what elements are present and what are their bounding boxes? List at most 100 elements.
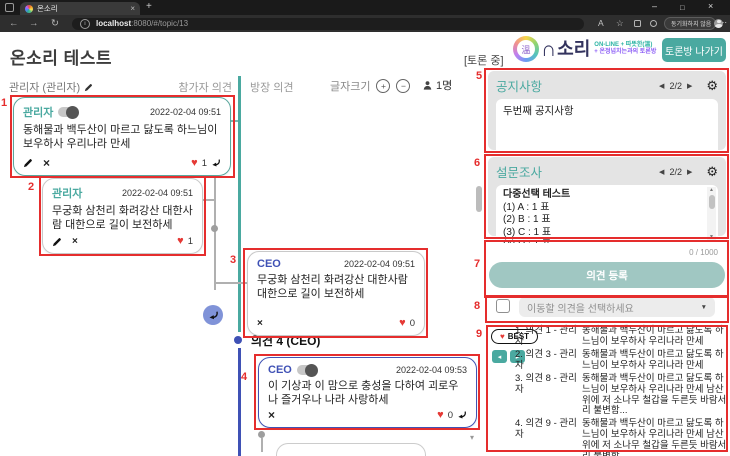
scroll-down-hint-icon[interactable]: ▾ <box>470 433 474 442</box>
notice-gear-icon[interactable]: ⚙ <box>706 79 718 92</box>
annotation-number: 5 <box>476 70 482 82</box>
opinion-card[interactable]: CEO 2022-02-04 09:51 무궁화 삼천리 화려강산 대한사람 대… <box>247 251 425 336</box>
url-host: localhost <box>96 19 131 28</box>
back-icon[interactable]: ← <box>9 18 19 29</box>
delete-x-icon[interactable]: × <box>72 237 78 247</box>
annotation-number: 3 <box>230 254 236 266</box>
like-heart-icon[interactable]: ♥ <box>191 158 198 169</box>
section-dot <box>234 336 242 344</box>
like-count: 0 <box>448 410 453 421</box>
font-size-label: 글자크기 <box>330 78 370 94</box>
like-heart-icon[interactable]: ♥ <box>177 236 184 247</box>
like-count: 1 <box>202 158 207 169</box>
tab-preview-icon[interactable] <box>5 3 14 12</box>
list-item-text: 동해물과 백두산이 마르고 닳도록 하느님이 보우하사 우리나라 만세 남산위에… <box>582 419 727 456</box>
card-text: 무궁화 삼천리 화려강산 대한사람 대한으로 길이 보전하세 <box>52 204 193 236</box>
char-counter: 0 / 1000 <box>600 248 718 257</box>
card-author: 관리자 <box>52 185 82 201</box>
list-item-label: 4. 의견 9 - 관리자 <box>515 419 577 456</box>
opinion-card[interactable]: 관리자 2022-02-04 09:51 무궁화 삼천리 화려강산 대한사람 대… <box>42 178 203 254</box>
like-count: 0 <box>410 318 415 329</box>
browser-tab[interactable]: 온소리 × <box>20 2 140 15</box>
survey-title: 설문조사 <box>496 162 542 181</box>
best-prev-button[interactable]: ◂ <box>492 350 507 363</box>
card-toggle-switch[interactable] <box>297 365 317 375</box>
forward-icon[interactable]: → <box>29 18 39 29</box>
survey-prev-icon[interactable]: ◀ <box>659 168 664 176</box>
survey-gear-icon[interactable]: ⚙ <box>706 165 718 178</box>
read-aloud-icon[interactable]: A <box>598 18 604 28</box>
font-size-decrease-button[interactable]: − <box>396 79 410 93</box>
list-item[interactable]: 2. 의견 3 - 관리자 동해물과 백두산이 마르고 닳도록 하느님이 보우하… <box>515 350 727 372</box>
survey-option: (3) C : 1 표 <box>503 227 704 240</box>
list-item[interactable]: 1. 의견 1 - 관리자 동해물과 백두산이 마르고 닳도록 하느님이 보우하… <box>515 326 727 348</box>
submit-opinion-button[interactable]: 의견 등록 <box>489 262 725 288</box>
scrollbar-thumb[interactable] <box>709 195 715 209</box>
collections-icon[interactable] <box>634 20 641 27</box>
list-item-text: 동해물과 백두산이 마르고 닳도록 하느님이 보우하사 우리나라 만세 <box>582 326 727 348</box>
url-text: localhost:8080/#/topic/13 <box>96 19 188 28</box>
list-item-text: 동해물과 백두산이 마르고 닳도록 하느님이 보우하사 우리나라 만세 남산위에… <box>582 374 727 418</box>
edit-pencil-icon[interactable] <box>52 237 62 247</box>
browser-tab-bar: 온소리 × + – □ × <box>0 0 730 15</box>
opinion-card[interactable]: 관리자 2022-02-04 09:51 동해물과 백두산이 마르고 닳도록 하… <box>13 97 231 176</box>
list-item-label: 1. 의견 1 - 관리자 <box>515 326 577 348</box>
card-toggle-switch[interactable] <box>58 107 78 117</box>
panel-resize-handle[interactable] <box>476 186 482 212</box>
survey-scrollbar[interactable]: ▲ ▼ <box>707 187 716 241</box>
card-text: 이 기상과 이 맘으로 충성을 다하여 괴로우나 즐거우나 나라 사랑하세 <box>268 379 467 409</box>
column-divider-line <box>238 76 241 332</box>
logo-ring-icon: 溫 <box>513 36 539 62</box>
list-item-label: 3. 의견 8 - 관리자 <box>515 374 577 418</box>
reload-icon[interactable]: ↻ <box>51 18 59 29</box>
tab-close-icon[interactable]: × <box>130 4 135 13</box>
list-item[interactable]: 3. 의견 8 - 관리자 동해물과 백두산이 마르고 닳도록 하느님이 보우하… <box>515 374 727 418</box>
window-close-button[interactable]: × <box>708 1 713 11</box>
logo-n: ∩ <box>541 39 556 60</box>
address-bar[interactable]: i localhost:8080/#/topic/13 <box>72 18 584 31</box>
browser-profile-button[interactable]: 동기화하지 않음 <box>664 17 716 30</box>
browser-menu-icon[interactable]: ⋯ <box>719 18 727 27</box>
survey-option: (4) D : 1 표 <box>503 239 704 243</box>
list-item[interactable]: 4. 의견 9 - 관리자 동해물과 백두산이 마르고 닳도록 하느님이 보우하… <box>515 419 727 456</box>
card-author: CEO <box>268 364 292 376</box>
edit-name-pencil-icon[interactable] <box>84 83 93 92</box>
reply-arrow-icon[interactable] <box>457 410 467 420</box>
logo-tagline-1: ON-LINE + 따뜻한(溫) <box>594 42 656 50</box>
font-size-control: 글자크기 + − <box>330 78 410 94</box>
scrollbar-down-icon[interactable]: ▼ <box>709 234 714 241</box>
annotation-number: 8 <box>474 300 480 312</box>
move-checkbox[interactable] <box>496 299 510 313</box>
move-opinion-dropdown[interactable]: 이동할 의견을 선택하세요 ▼ <box>519 297 715 317</box>
host-column-header: 방장 의견 <box>250 79 294 95</box>
notice-next-icon[interactable]: ▶ <box>687 82 692 90</box>
card-timestamp: 2022-02-04 09:51 <box>122 188 193 198</box>
edit-pencil-icon[interactable] <box>23 158 33 168</box>
new-tab-button[interactable]: + <box>146 1 152 12</box>
app-logo: 溫 ∩ 소리 ON-LINE + 따뜻한(溫) + 온정넘치는과의 토론방 <box>513 36 656 62</box>
like-heart-icon[interactable]: ♥ <box>399 318 406 329</box>
profile-label: 동기화하지 않음 <box>671 19 711 28</box>
browser-essentials-icon[interactable] <box>650 20 657 27</box>
like-heart-icon[interactable]: ♥ <box>437 410 444 421</box>
favorites-star-icon[interactable]: ☆ <box>616 18 624 29</box>
annotation-number: 4 <box>241 371 247 383</box>
survey-next-icon[interactable]: ▶ <box>687 168 692 176</box>
delete-x-icon[interactable]: × <box>268 409 275 421</box>
notice-prev-icon[interactable]: ◀ <box>659 82 664 90</box>
survey-content: 다중선택 테스트 (1) A : 1 표 (2) B : 1 표 (3) C :… <box>496 185 718 243</box>
delete-x-icon[interactable]: × <box>43 157 50 169</box>
site-info-icon[interactable]: i <box>80 19 90 29</box>
reply-thread-button[interactable] <box>203 305 223 325</box>
delete-x-icon[interactable]: × <box>257 319 263 329</box>
leave-room-button[interactable]: 토론방 나가기 <box>662 38 726 62</box>
opinion-card[interactable]: CEO 2022-02-04 09:53 이 기상과 이 맘으로 충성을 다하여… <box>258 357 477 428</box>
window-minimize-button[interactable]: – <box>652 1 657 11</box>
window-maximize-button[interactable]: □ <box>680 3 685 12</box>
thread-dot <box>211 225 218 232</box>
annotation-number: 2 <box>28 181 34 193</box>
card-timestamp: 2022-02-04 09:51 <box>150 107 221 117</box>
reply-arrow-icon[interactable] <box>211 158 221 168</box>
scrollbar-up-icon[interactable]: ▲ <box>709 187 714 194</box>
font-size-increase-button[interactable]: + <box>376 79 390 93</box>
